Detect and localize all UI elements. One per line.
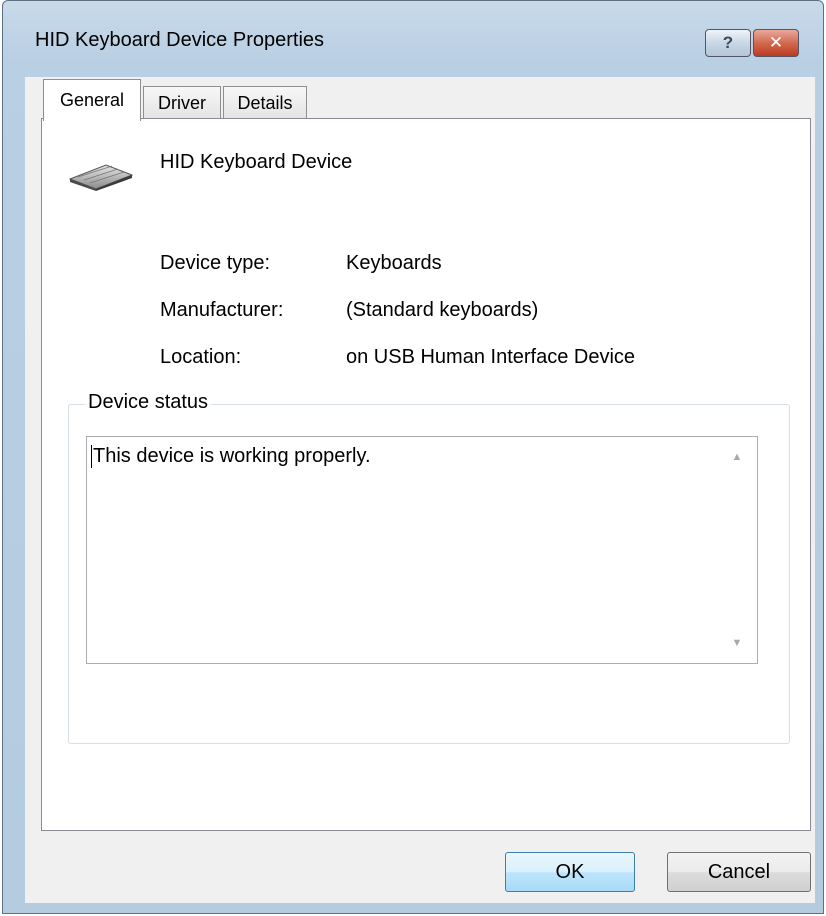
general-tab-panel: HID Keyboard Device Device type: Keyboar…	[41, 118, 811, 831]
device-type-label: Device type:	[160, 252, 271, 274]
device-status-title: Device status	[85, 391, 212, 414]
device-status-textbox[interactable]: This device is working properly. ▲ ▼	[86, 436, 758, 664]
scroll-up-icon[interactable]: ▲	[730, 451, 744, 463]
location-value: on USB Human Interface Device	[346, 346, 636, 368]
status-scrollbar[interactable]: ▲ ▼	[719, 437, 757, 663]
close-button[interactable]: ✕	[753, 29, 799, 57]
device-status-text: This device is working properly.	[91, 445, 371, 468]
scroll-down-icon[interactable]: ▼	[730, 637, 744, 649]
device-name: HID Keyboard Device	[160, 151, 353, 173]
window-title: HID Keyboard Device Properties	[35, 29, 325, 51]
title-bar[interactable]: HID Keyboard Device Properties ? ✕	[3, 1, 823, 77]
tab-driver-label: Driver	[158, 93, 206, 113]
close-icon: ✕	[768, 33, 784, 52]
keyboard-icon	[68, 164, 134, 191]
device-type-value: Keyboards	[346, 252, 442, 274]
cancel-button[interactable]: Cancel	[667, 852, 811, 892]
device-status-group: Device status This device is working pro…	[68, 391, 790, 744]
tab-general-label: General	[59, 90, 125, 110]
help-icon: ?	[722, 33, 734, 52]
tab-details[interactable]: Details	[223, 86, 307, 120]
location-label: Location:	[160, 346, 242, 368]
help-button[interactable]: ?	[705, 29, 751, 57]
properties-dialog: HID Keyboard Device Properties ? ✕ Gener…	[2, 0, 824, 914]
ok-button[interactable]: OK	[505, 852, 635, 892]
tab-driver[interactable]: Driver	[143, 86, 221, 120]
tab-general[interactable]: General	[43, 79, 141, 121]
dialog-client-area: General Driver Details HID Keyboard Devi…	[25, 77, 815, 903]
manufacturer-value: (Standard keyboards)	[346, 299, 539, 321]
tab-details-label: Details	[237, 93, 293, 113]
manufacturer-label: Manufacturer:	[160, 299, 284, 321]
